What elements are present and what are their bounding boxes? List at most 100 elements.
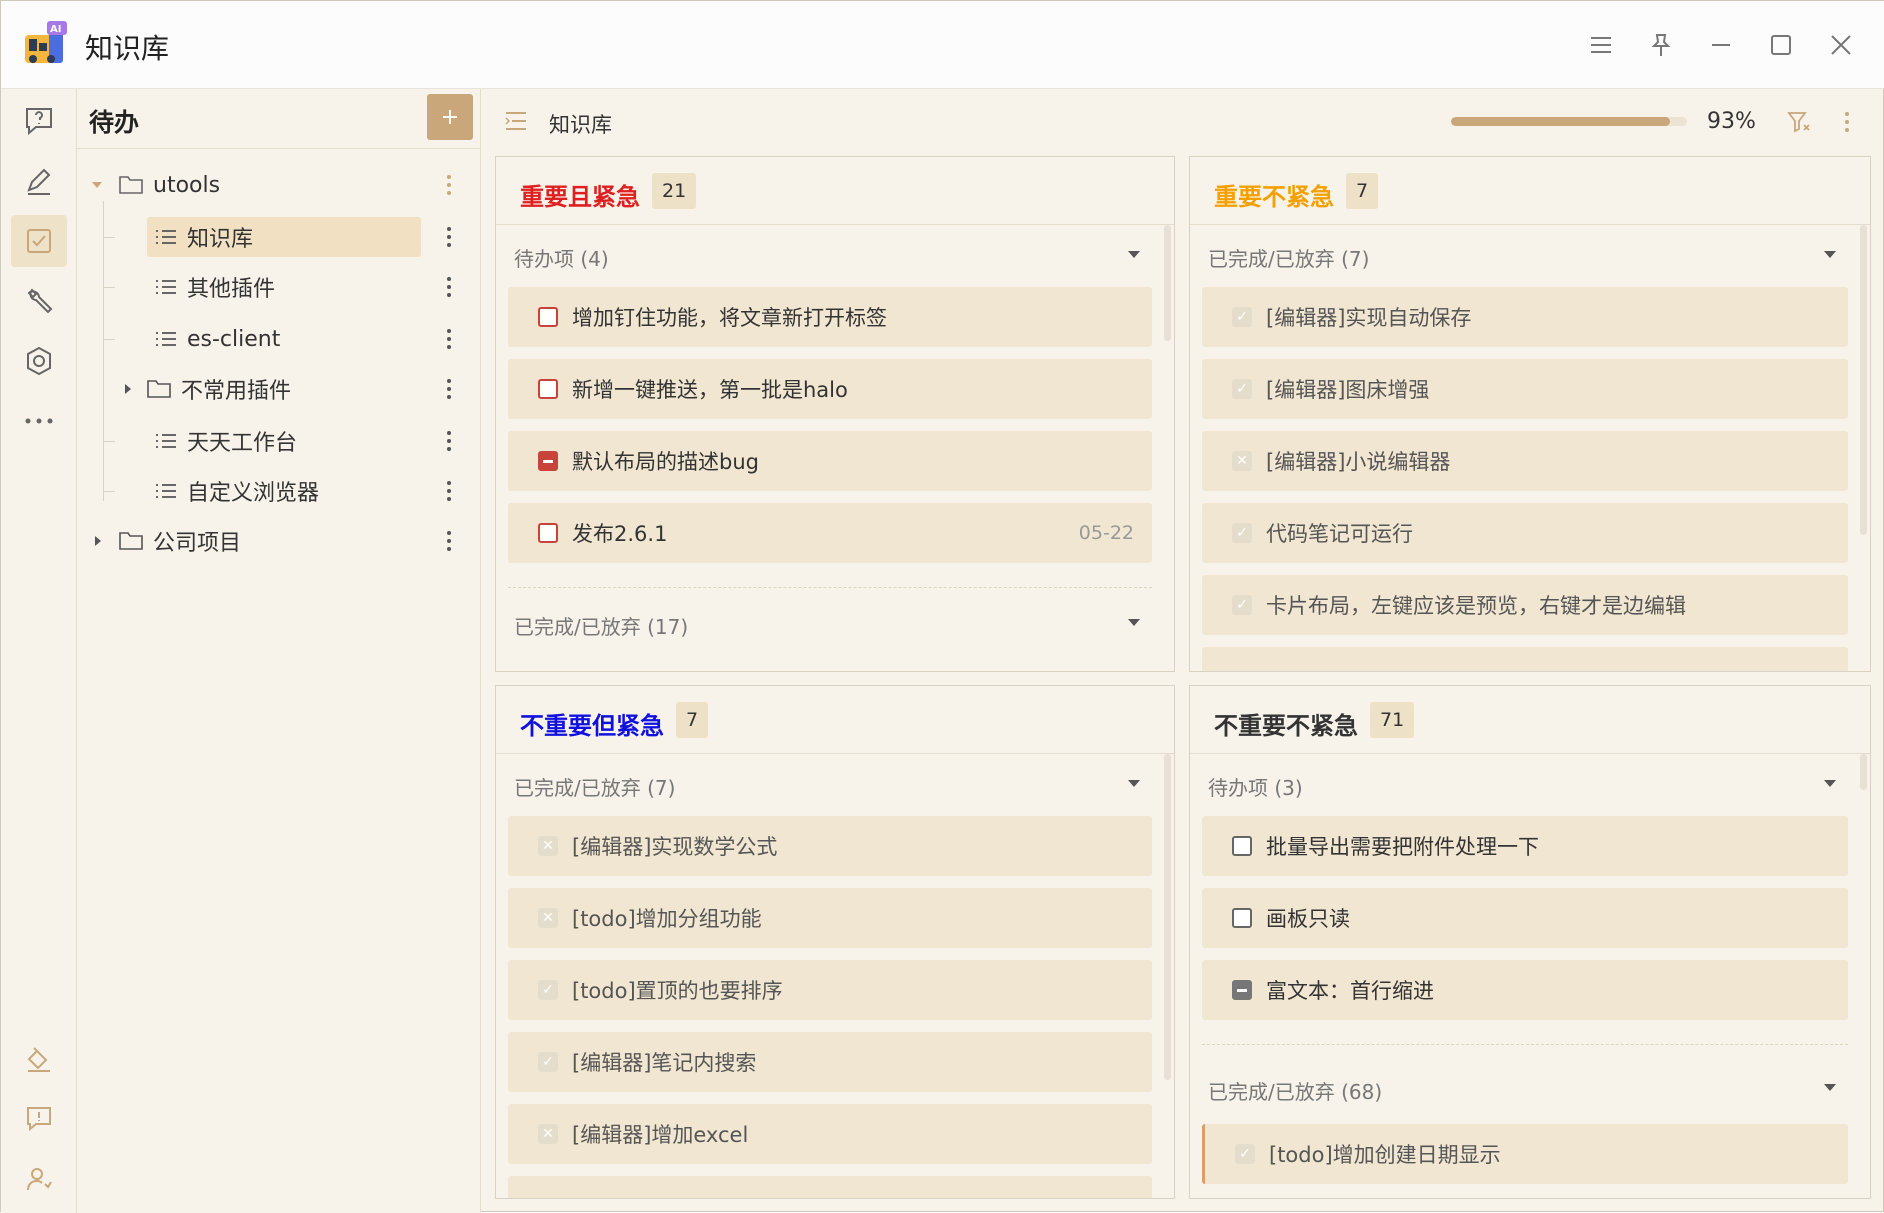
scrollbar[interactable]	[1860, 754, 1867, 790]
feedback-icon[interactable]	[11, 1093, 67, 1145]
list-icon	[156, 280, 176, 294]
caret-right-icon[interactable]	[123, 383, 133, 395]
filter-icon[interactable]	[1787, 111, 1811, 139]
checkbox-indeterminate[interactable]	[538, 451, 558, 471]
scrollbar[interactable]	[1164, 754, 1171, 1080]
task-item[interactable]: ✕ [编辑器]增加excel	[508, 1104, 1152, 1164]
close-icon[interactable]	[1819, 23, 1863, 67]
more-options-icon[interactable]	[1844, 111, 1850, 139]
quadrant-count-badge: 7	[1346, 173, 1379, 209]
caret-down-icon	[1128, 780, 1140, 787]
task-item[interactable]	[508, 1176, 1152, 1198]
more-icon[interactable]	[11, 395, 67, 447]
task-item[interactable]: ✓ [编辑器]图床增强	[1202, 359, 1848, 419]
checkbox[interactable]	[538, 379, 558, 399]
task-item[interactable]: ✓ [todo]置顶的也要排序	[508, 960, 1152, 1020]
tree-item-rare-plugins[interactable]: 不常用插件	[123, 369, 421, 409]
scrollbar[interactable]	[1860, 225, 1867, 535]
group-header-pending[interactable]: 待办项 (3)	[1208, 766, 1840, 806]
abandoned-icon[interactable]: ✕	[538, 1124, 558, 1144]
task-item[interactable]: 增加钉住功能，将文章新打开标签	[508, 287, 1152, 347]
checkbox-indeterminate[interactable]	[1232, 980, 1252, 1000]
group-divider	[1202, 1044, 1848, 1045]
tree-item-other-plugins[interactable]: 其他插件	[147, 267, 421, 307]
app-window: AI 知识库 待办 + utools 知识库 其他插件 es-client 不常…	[0, 0, 1884, 1213]
task-item[interactable]: 画板只读	[1202, 888, 1848, 948]
checkbox[interactable]	[1232, 836, 1252, 856]
group-header-done[interactable]: 已完成/已放弃 (7)	[1208, 237, 1840, 277]
caret-down-icon[interactable]	[91, 179, 103, 191]
tools-icon[interactable]	[11, 275, 67, 327]
task-item[interactable]: ✓ 卡片布局，左键应该是预览，右键才是边编辑	[1202, 575, 1848, 635]
tree-item-more-icon[interactable]	[437, 471, 461, 511]
quadrant-important-not-urgent: 重要不紧急 7 已完成/已放弃 (7) ✓ [编辑器]实现自动保存 ✓ [编辑器…	[1189, 156, 1871, 672]
folder-icon	[147, 380, 171, 398]
tree-item-daily-workbench[interactable]: 天天工作台	[147, 421, 421, 461]
task-item[interactable]	[1202, 647, 1848, 671]
progress-fill	[1451, 117, 1671, 126]
task-item[interactable]: ✕ [编辑器]实现数学公式	[508, 816, 1152, 876]
abandoned-icon[interactable]: ✕	[538, 908, 558, 928]
task-item[interactable]: ✓ [todo]增加创建日期显示	[1202, 1124, 1848, 1184]
task-item[interactable]: 默认布局的描述bug	[508, 431, 1152, 491]
minimize-icon[interactable]	[1699, 23, 1743, 67]
sidebar-title: 待办	[89, 108, 140, 137]
checked-icon[interactable]: ✓	[538, 980, 558, 1000]
checkbox[interactable]	[1232, 908, 1252, 928]
task-item[interactable]: 批量导出需要把附件处理一下	[1202, 816, 1848, 876]
tree-item-utools[interactable]: utools	[91, 165, 421, 205]
task-item[interactable]: 富文本：首行缩进	[1202, 960, 1848, 1020]
group-header-done[interactable]: 已完成/已放弃 (68)	[1208, 1070, 1840, 1110]
tree-item-more-icon[interactable]	[437, 421, 461, 461]
checked-icon[interactable]: ✓	[1232, 523, 1252, 543]
tree-item-es-client[interactable]: es-client	[147, 319, 421, 359]
quadrant-title: 不重要不紧急	[1214, 712, 1358, 740]
maximize-icon[interactable]	[1759, 23, 1803, 67]
task-item[interactable]: ✕ [todo]增加分组功能	[508, 888, 1152, 948]
tree-item-more-icon[interactable]	[437, 165, 461, 205]
task-item[interactable]: 发布2.6.1 05-22	[508, 503, 1152, 563]
abandoned-icon[interactable]: ✕	[538, 836, 558, 856]
tree-item-more-icon[interactable]	[437, 319, 461, 359]
edit-icon[interactable]	[11, 155, 67, 207]
task-item[interactable]: ✕ [编辑器]小说编辑器	[1202, 431, 1848, 491]
settings-icon[interactable]	[11, 335, 67, 387]
group-header-done[interactable]: 已完成/已放弃 (7)	[514, 766, 1144, 806]
tree-item-custom-browser[interactable]: 自定义浏览器	[147, 471, 421, 511]
task-item[interactable]: ✓ [编辑器]实现自动保存	[1202, 287, 1848, 347]
quadrant-urgent-not-important: 不重要但紧急 7 已完成/已放弃 (7) ✕ [编辑器]实现数学公式 ✕ [to…	[495, 685, 1175, 1199]
checked-icon[interactable]: ✓	[1232, 379, 1252, 399]
logo-badge: AI	[50, 24, 61, 35]
tree-item-company-projects[interactable]: 公司项目	[93, 521, 421, 561]
tree-item-knowledge-base[interactable]: 知识库	[147, 217, 421, 257]
scrollbar[interactable]	[1164, 225, 1171, 341]
checked-icon[interactable]: ✓	[1235, 1144, 1255, 1164]
checked-icon[interactable]: ✓	[1232, 595, 1252, 615]
task-item[interactable]: ✓ 代码笔记可运行	[1202, 503, 1848, 563]
checkbox-icon[interactable]	[11, 215, 67, 267]
tree-item-more-icon[interactable]	[437, 369, 461, 409]
group-header-done[interactable]: 已完成/已放弃 (17)	[514, 605, 1144, 645]
checked-icon[interactable]: ✓	[1232, 307, 1252, 327]
tree-item-more-icon[interactable]	[437, 267, 461, 307]
tree-item-more-icon[interactable]	[437, 521, 461, 561]
checkbox[interactable]	[538, 307, 558, 327]
task-item[interactable]: 新增一键推送，第一批是halo	[508, 359, 1152, 419]
question-icon[interactable]	[11, 95, 67, 147]
app-logo-icon: AI	[23, 21, 67, 67]
menu-icon[interactable]	[1579, 23, 1623, 67]
collapse-sidebar-icon[interactable]	[505, 111, 527, 137]
user-icon[interactable]	[11, 1153, 67, 1205]
abandoned-icon[interactable]: ✕	[1232, 451, 1252, 471]
task-item[interactable]: ✓ [编辑器]笔记内搜索	[508, 1032, 1152, 1092]
pin-icon[interactable]	[1639, 23, 1683, 67]
checkbox[interactable]	[538, 523, 558, 543]
paint-icon[interactable]	[11, 1033, 67, 1085]
checked-icon[interactable]: ✓	[538, 1052, 558, 1072]
tree-item-more-icon[interactable]	[437, 217, 461, 257]
group-header-pending[interactable]: 待办项 (4)	[514, 237, 1144, 277]
tree-guide-line	[103, 491, 115, 492]
main-toolbar: 知识库 93%	[481, 89, 1884, 155]
caret-right-icon[interactable]	[93, 535, 103, 547]
add-list-button[interactable]: +	[427, 94, 473, 140]
